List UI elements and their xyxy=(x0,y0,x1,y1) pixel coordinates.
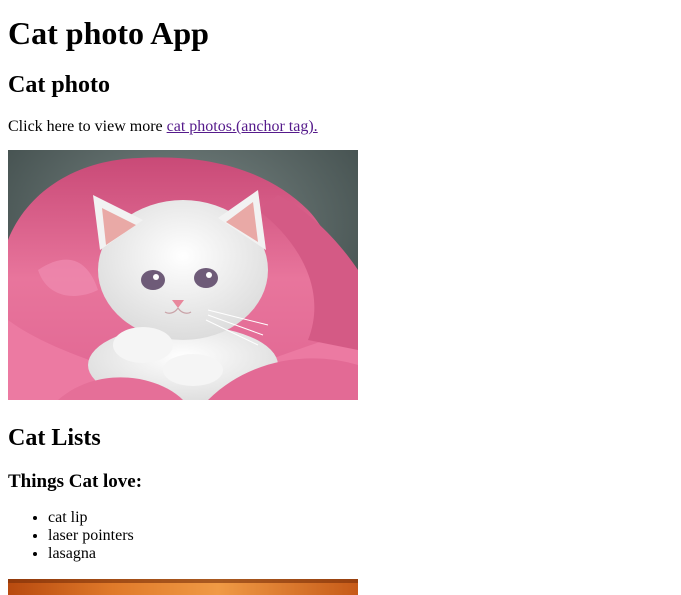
cat-love-list: cat lip laser pointers lasagna xyxy=(8,509,673,563)
second-cat-photo-image[interactable] xyxy=(8,579,358,595)
list-item: cat lip xyxy=(48,509,673,527)
list-item: laser pointers xyxy=(48,527,673,545)
section-heading-cat-photo: Cat photo xyxy=(8,72,111,98)
things-cat-love-heading: Things Cat love: xyxy=(8,471,143,492)
intro-text: Click here to view more xyxy=(8,118,167,135)
cat-photos-link[interactable]: cat photos.(anchor tag). xyxy=(167,118,318,135)
page-title: Cat photo App xyxy=(8,15,209,51)
intro-paragraph: Click here to view more cat photos.(anch… xyxy=(8,117,673,136)
cat-photo-image[interactable] xyxy=(8,150,358,400)
list-item: lasagna xyxy=(48,545,673,563)
section-heading-cat-lists: Cat Lists xyxy=(8,425,101,451)
